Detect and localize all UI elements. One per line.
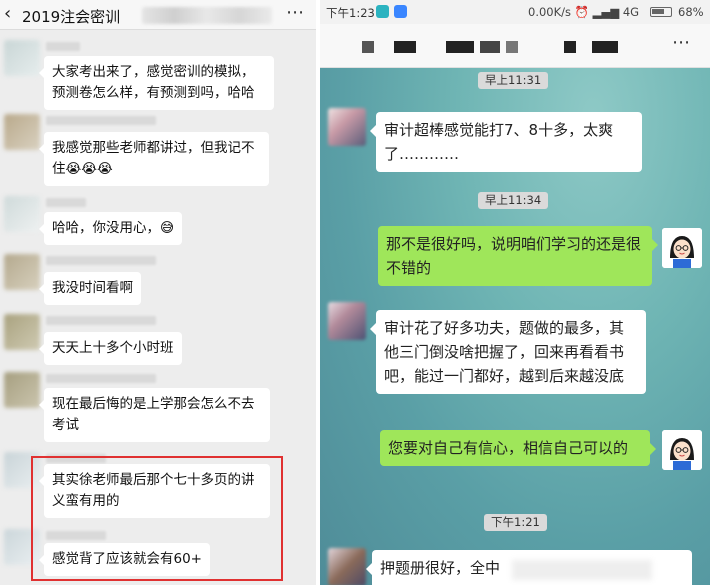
blurred-text (512, 560, 652, 580)
timestamp: 早上11:31 (478, 72, 549, 89)
avatar[interactable] (4, 314, 40, 350)
ellipsis-icon[interactable]: ⋯ (672, 32, 690, 53)
status-time: 下午1:23 (326, 6, 375, 20)
network-speed-text: 0.00K/s (528, 5, 572, 19)
avatar[interactable] (4, 254, 40, 290)
avatar[interactable] (4, 372, 40, 408)
message-bubble: 审计花了好多功夫，题做的最多，其他三门倒没啥把握了，回来再看看书吧，能过一门都好… (370, 310, 646, 394)
app-notification-icon (394, 5, 407, 18)
pixelated-title (506, 41, 518, 53)
nickname-blur (46, 116, 156, 125)
chevron-left-icon[interactable]: ‹ (4, 3, 11, 24)
avatar[interactable] (328, 108, 366, 146)
message-bubble: 我感觉那些老师都讲过，但我记不住😭😭😭 (39, 132, 269, 186)
app-notification-icon (376, 5, 389, 18)
avatar[interactable] (4, 40, 40, 76)
pixelated-title (592, 41, 618, 53)
status-bar: 下午1:23 0.00K/s ⏰ ▂▄▆ 4G 68% (320, 0, 710, 24)
battery-fill (652, 9, 664, 14)
avatar[interactable] (4, 114, 40, 150)
message-bubble: 哈哈，你没用心，😅 (38, 212, 183, 245)
avatar[interactable] (662, 228, 702, 268)
pixelated-title (394, 41, 416, 53)
nickname-blur (46, 198, 86, 207)
message-bubble: 审计超棒感觉能打7、8十多，太爽了………… (370, 112, 642, 172)
avatar[interactable] (662, 430, 702, 470)
cartoon-avatar-icon (662, 228, 702, 268)
network-type: 4G (622, 5, 640, 19)
ellipsis-icon[interactable]: ⋯ (286, 2, 305, 23)
group-title: 2019注会密训 (22, 8, 121, 26)
message-bubble: 现在最后悔的是上学那会怎么不去考试 (39, 388, 270, 442)
message-bubble: 那不是很好吗，说明咱们学习的还是很不错的 (378, 226, 658, 286)
message-bubble: 天天上十多个小时班 (39, 332, 182, 365)
pixelated-title (564, 41, 576, 53)
message-bubble: 大家考出来了，感觉密训的模拟，预测卷怎么样，有预测到吗，哈哈 (39, 56, 274, 110)
signal-icon: ▂▄▆ (592, 5, 620, 19)
network-speed: 0.00K/s ⏰ ▂▄▆ 4G (528, 5, 639, 19)
nickname-blur (46, 316, 156, 325)
pixelated-title (362, 41, 374, 53)
left-chat-panel: ‹ 2019注会密训 ⋯ 大家考出来了，感觉密训的模拟，预测卷怎么样，有预测到吗… (0, 0, 316, 585)
chat-header: ‹ 2019注会密训 ⋯ (0, 0, 316, 30)
nickname-blur (46, 374, 156, 383)
avatar[interactable] (328, 302, 366, 340)
avatar[interactable] (328, 548, 366, 585)
chat-header: ⋯ (320, 24, 710, 68)
cartoon-avatar-icon (662, 430, 702, 470)
red-highlight-box (31, 456, 283, 581)
right-chat-panel: 下午1:23 0.00K/s ⏰ ▂▄▆ 4G 68% ⋯ 早上11:31 审计… (320, 0, 710, 585)
pixelated-title (480, 41, 500, 53)
message-bubble: 您要对自己有信心，相信自己可以的 (380, 430, 656, 466)
avatar[interactable] (4, 196, 40, 232)
nickname-blur (46, 256, 156, 265)
timestamp: 早上11:34 (478, 192, 549, 209)
alarm-icon: ⏰ (574, 5, 589, 19)
nickname-blur (46, 42, 80, 51)
pixelated-title (446, 41, 474, 53)
blurred-title-suffix (142, 7, 272, 24)
battery-percent: 68% (678, 5, 704, 19)
timestamp: 下午1:21 (484, 514, 547, 531)
message-bubble: 我没时间看啊 (39, 272, 141, 305)
battery-icon (650, 7, 672, 17)
